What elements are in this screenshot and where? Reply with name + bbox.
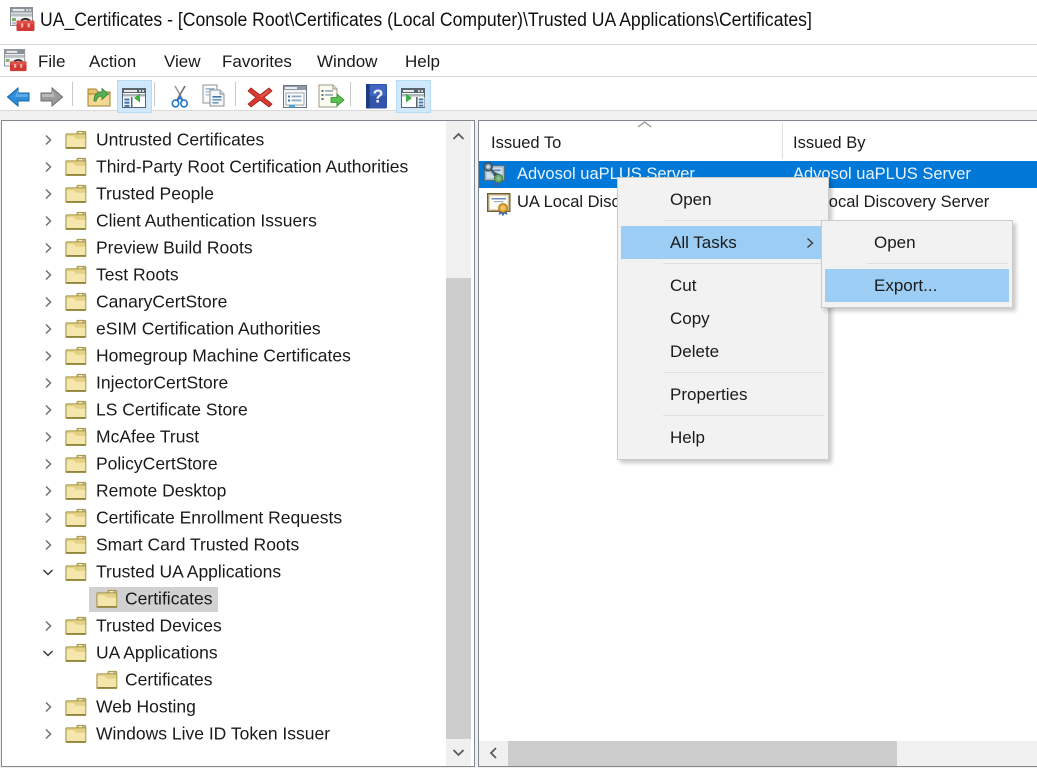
svg-text:?: ? — [373, 87, 384, 107]
